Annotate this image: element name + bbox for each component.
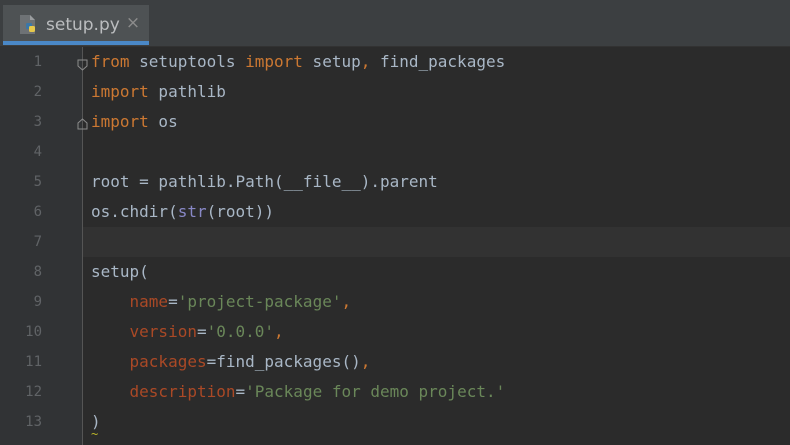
code-line[interactable]: description='Package for demo project.' bbox=[91, 377, 506, 407]
code-line[interactable]: import os bbox=[91, 107, 178, 137]
code-token: (root)) bbox=[206, 202, 275, 221]
code-token: setup bbox=[302, 52, 361, 71]
code-token: os.chdir( bbox=[91, 202, 178, 221]
code-token: version bbox=[129, 322, 197, 341]
line-number[interactable]: 5 bbox=[0, 167, 42, 197]
code-token: , bbox=[360, 52, 371, 71]
code-line[interactable]: packages=find_packages(), bbox=[91, 347, 371, 377]
code-token: 'Package for demo project.' bbox=[245, 382, 506, 401]
code-token: = bbox=[168, 292, 178, 311]
code-token: =find_packages() bbox=[206, 352, 361, 371]
code-token: , bbox=[274, 322, 284, 341]
active-tab-indicator bbox=[3, 41, 149, 45]
line-number[interactable]: 2 bbox=[0, 77, 42, 107]
fold-end-icon[interactable] bbox=[77, 115, 88, 130]
line-number[interactable]: 1 bbox=[0, 47, 42, 77]
code-token: '0.0.0' bbox=[206, 322, 275, 341]
close-tab-icon[interactable]: × bbox=[124, 13, 142, 35]
code-line[interactable]: setup( bbox=[91, 257, 149, 287]
line-number[interactable]: 8 bbox=[0, 257, 42, 287]
code-token: = bbox=[235, 382, 246, 401]
line-number[interactable]: 4 bbox=[0, 137, 42, 167]
code-token: , bbox=[341, 292, 352, 311]
code-token: 'project-package' bbox=[177, 292, 342, 311]
code-token: str bbox=[177, 202, 207, 221]
code-token: os bbox=[148, 112, 178, 131]
code-token: root = pathlib.Path(__file__).parent bbox=[91, 172, 438, 191]
line-number[interactable]: 9 bbox=[0, 287, 42, 317]
code-token: pathlib bbox=[148, 82, 226, 101]
code-token: from bbox=[91, 52, 130, 71]
code-token: , bbox=[360, 352, 371, 371]
current-line-highlight bbox=[83, 227, 790, 257]
line-number[interactable]: 6 bbox=[0, 197, 42, 227]
tab-setup-py[interactable]: setup.py × bbox=[3, 5, 149, 45]
code-token: import bbox=[245, 52, 303, 71]
tab-filename: setup.py bbox=[46, 15, 120, 35]
line-number[interactable]: 13 bbox=[0, 407, 42, 437]
code-line[interactable]: root = pathlib.Path(__file__).parent bbox=[91, 167, 438, 197]
line-number[interactable]: 10 bbox=[0, 317, 42, 347]
code-token: find_packages bbox=[370, 52, 506, 71]
code-line[interactable]: version='0.0.0', bbox=[91, 317, 284, 347]
code-token: packages bbox=[129, 352, 207, 371]
code-line[interactable]: os.chdir(str(root)) bbox=[91, 197, 274, 227]
code-line[interactable]: from setuptools import setup, find_packa… bbox=[91, 47, 505, 77]
code-token: name bbox=[129, 292, 169, 311]
code-line[interactable]: import pathlib bbox=[91, 77, 226, 107]
fold-start-icon[interactable] bbox=[77, 56, 88, 71]
code-token: import bbox=[91, 112, 149, 131]
python-file-icon bbox=[17, 14, 39, 36]
line-number[interactable]: 7 bbox=[0, 227, 42, 257]
code-token: = bbox=[196, 322, 207, 341]
editor-tab-bar: setup.py × bbox=[0, 0, 790, 47]
code-token: setuptools bbox=[129, 52, 246, 71]
line-number[interactable]: 3 bbox=[0, 107, 42, 137]
code-token: description bbox=[129, 382, 236, 401]
code-token: import bbox=[91, 82, 149, 101]
eof-marker: ~ bbox=[91, 427, 99, 441]
code-line[interactable]: name='project-package', bbox=[91, 287, 352, 317]
line-number[interactable]: 12 bbox=[0, 377, 42, 407]
code-token: setup( bbox=[91, 262, 149, 281]
code-editor[interactable]: 1 2 3 4 5 6 7 8 9 10 11 12 13 from setuptools import… bbox=[0, 47, 790, 445]
line-number[interactable]: 11 bbox=[0, 347, 42, 377]
